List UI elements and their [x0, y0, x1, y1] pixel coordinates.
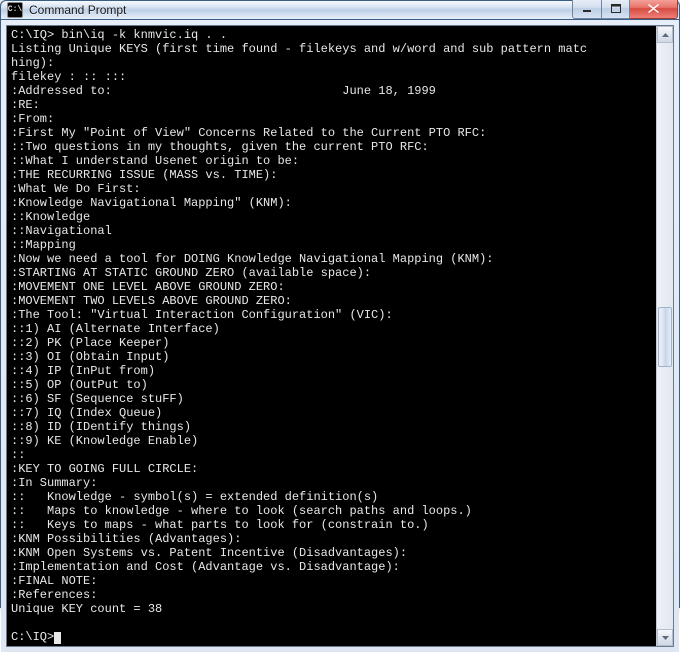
maximize-button[interactable] — [602, 0, 630, 19]
close-button[interactable] — [630, 0, 678, 19]
app-icon-glyph: C:\ — [8, 6, 22, 14]
scroll-down-button[interactable] — [657, 629, 673, 646]
chevron-up-icon — [662, 33, 669, 37]
window-controls — [572, 0, 678, 19]
window-title: Command Prompt — [29, 3, 572, 17]
maximize-icon — [611, 4, 621, 13]
close-icon — [648, 4, 659, 13]
app-icon: C:\ — [7, 2, 23, 18]
terminal-cursor — [54, 632, 61, 644]
window-frame: C:\ Command Prompt C:\IQ> bin\iq -k knmv… — [0, 0, 680, 608]
scroll-track[interactable] — [657, 43, 673, 629]
scroll-up-button[interactable] — [657, 26, 673, 43]
client-area: C:\IQ> bin\iq -k knmvic.iq . . Listing U… — [1, 20, 679, 652]
terminal-frame: C:\IQ> bin\iq -k knmvic.iq . . Listing U… — [6, 25, 674, 647]
minimize-icon — [582, 5, 592, 13]
scroll-thumb[interactable] — [658, 307, 672, 367]
terminal-output[interactable]: C:\IQ> bin\iq -k knmvic.iq . . Listing U… — [7, 26, 656, 646]
titlebar[interactable]: C:\ Command Prompt — [1, 1, 679, 20]
chevron-down-icon — [662, 636, 669, 640]
scrollbar-vertical[interactable] — [656, 26, 673, 646]
minimize-button[interactable] — [572, 0, 602, 19]
